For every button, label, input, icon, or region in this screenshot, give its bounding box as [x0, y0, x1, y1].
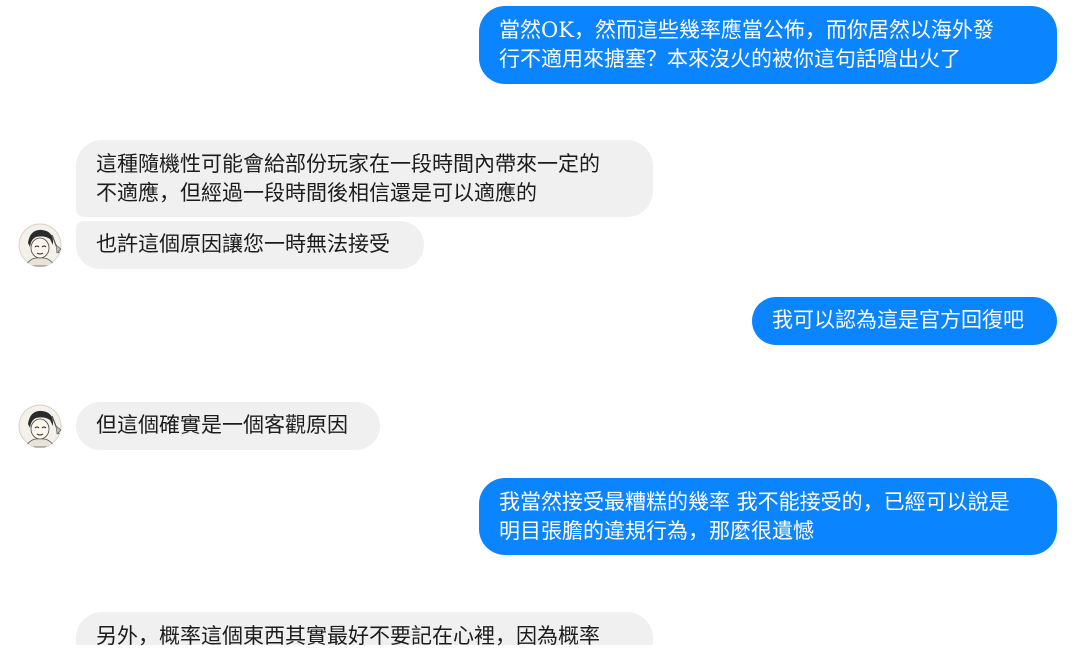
message-text: 行不適用來搪塞？本來沒火的被你這句話嗆出火了 [499, 47, 961, 71]
sketch-character-avatar-icon [18, 404, 62, 448]
message-text: 這種隨機性可能會給部份玩家在一段時間內帶來一定的 [96, 152, 600, 176]
incoming-message-bubble[interactable]: 但這個確實是一個客觀原因 [76, 402, 380, 450]
outgoing-message-bubble[interactable]: 我當然接受最糟糕的幾率 我不能接受的，已經可以說是 明目張膽的違規行為，那麼很遺… [479, 478, 1057, 555]
contact-avatar[interactable] [18, 404, 62, 448]
incoming-message-bubble[interactable]: 這種隨機性可能會給部份玩家在一段時間內帶來一定的 不適應，但經過一段時間後相信還… [76, 140, 653, 217]
outgoing-message-bubble[interactable]: 當然OK，然而這些幾率應當公佈，而你居然以海外發 行不適用來搪塞？本來沒火的被你… [479, 6, 1057, 84]
message-text: 我可以認為這是官方回復吧 [772, 308, 1024, 332]
message-text: 但這個確實是一個客觀原因 [96, 413, 348, 437]
incoming-message-bubble[interactable]: 另外，概率這個東西其實最好不要記在心裡，因為概率 [76, 612, 653, 648]
message-text: 另外，概率這個東西其實最好不要記在心裡，因為概率 [96, 624, 600, 648]
message-text: 也許這個原因讓您一時無法接受 [96, 232, 390, 256]
contact-avatar[interactable] [18, 223, 62, 267]
outgoing-message-bubble[interactable]: 我可以認為這是官方回復吧 [752, 297, 1057, 345]
message-text: 明目張膽的違規行為，那麼很遺憾 [499, 519, 814, 543]
message-text: 當然OK，然而這些幾率應當公佈，而你居然以海外發 [499, 18, 994, 42]
message-text: 我當然接受最糟糕的幾率 我不能接受的，已經可以說是 [499, 490, 1010, 514]
sketch-character-avatar-icon [18, 223, 62, 267]
chat-thread: 當然OK，然而這些幾率應當公佈，而你居然以海外發 行不適用來搪塞？本來沒火的被你… [0, 0, 1080, 648]
incoming-message-bubble[interactable]: 也許這個原因讓您一時無法接受 [76, 221, 424, 269]
message-text: 不適應，但經過一段時間後相信還是可以適應的 [96, 181, 537, 205]
